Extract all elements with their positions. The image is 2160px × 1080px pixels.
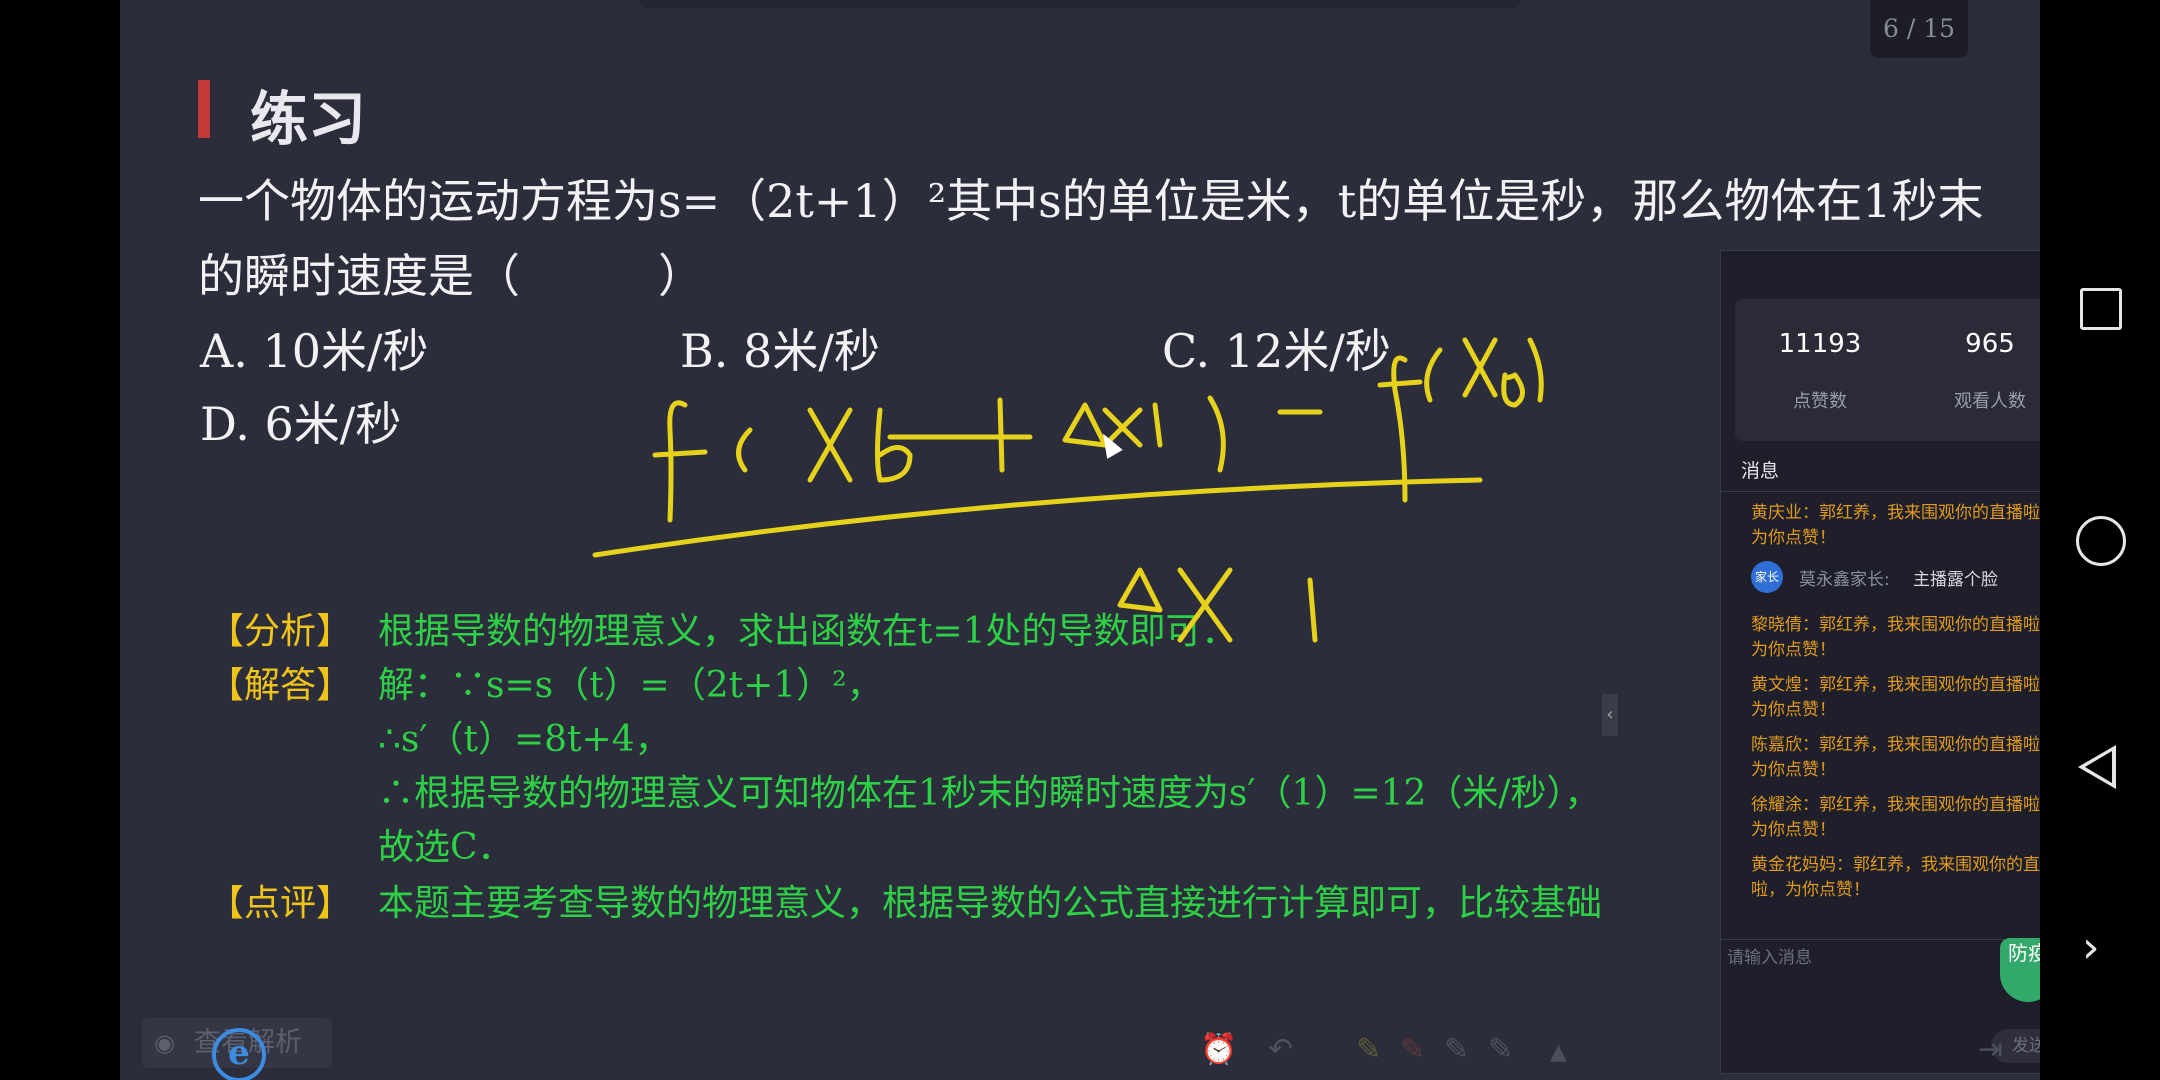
live-chat-panel: × 11193 965 点赞数 观看人数 消息 黄庆业：郭红养，我来围观你的直播… bbox=[1720, 250, 2040, 1074]
option-a: A. 10米/秒 bbox=[200, 324, 429, 378]
chat-message: 陈嘉欣：郭红养，我来围观你的直播啦，为你点赞！ bbox=[1751, 735, 2040, 780]
solution-label: 【解答】 bbox=[208, 665, 353, 706]
divider bbox=[1721, 491, 2040, 492]
option-b: B. 8米/秒 bbox=[680, 324, 880, 378]
chat-message: 徐耀涂：郭红养，我来围观你的直播啦，为你点赞！ bbox=[1751, 795, 2040, 840]
eye-icon: ◉ bbox=[154, 1029, 175, 1057]
undo-icon[interactable]: ↶ bbox=[1268, 1032, 1293, 1067]
review-text: 本题主要考查导数的物理意义，根据导数的公式直接进行计算即可，比较基础 bbox=[378, 883, 1603, 924]
chevron-right-icon[interactable]: › bbox=[2082, 922, 2100, 973]
red-pen-icon[interactable]: ✎ bbox=[1400, 1032, 1425, 1067]
home-icon[interactable] bbox=[2076, 516, 2126, 566]
question-line-2: 的瞬时速度是（ ） bbox=[198, 249, 704, 303]
likes-count: 11193 bbox=[1778, 329, 1862, 359]
top-toolbar bbox=[640, 0, 1520, 8]
page-indicator: 6 / 15 bbox=[1870, 0, 1968, 58]
yellow-pen-icon[interactable]: ✎ bbox=[1356, 1032, 1381, 1067]
message-input[interactable]: 请输入消息 bbox=[1727, 943, 1812, 968]
exit-icon[interactable]: ⇥ bbox=[1978, 1032, 2003, 1067]
option-c: C. 12米/秒 bbox=[1162, 324, 1391, 378]
android-nav-bar: › bbox=[2040, 0, 2160, 1080]
likes-label: 点赞数 bbox=[1793, 391, 1847, 412]
solution-line-1: 解：∵s=s（t）=（2t+1）²， bbox=[378, 665, 883, 706]
browser-icon[interactable]: e bbox=[212, 1028, 266, 1080]
back-icon-inner bbox=[2085, 751, 2112, 783]
mouse-cursor bbox=[1095, 429, 1123, 459]
chat-message: 黎晓倩：郭红养，我来围观你的直播啦，为你点赞！ bbox=[1751, 615, 2040, 660]
message-text: 主播露个脸 bbox=[1913, 570, 1998, 590]
chat-message-parent: 家长 莫永鑫家长: 主播露个脸 bbox=[1751, 561, 2040, 593]
green-pen-icon[interactable]: ✎ bbox=[1444, 1032, 1469, 1067]
question-line-1: 一个物体的运动方程为s=（2t+1）²其中s的单位是米，t的单位是秒，那么物体在… bbox=[198, 174, 1984, 228]
sender-name: 莫永鑫家长: bbox=[1799, 570, 1890, 590]
messages-title: 消息 bbox=[1741, 460, 1780, 482]
live-stats: 11193 965 点赞数 观看人数 bbox=[1735, 299, 2040, 441]
chat-message: 黄庆业：郭红养，我来围观你的直播啦，为你点赞！ bbox=[1751, 503, 2040, 548]
page-title: 练习 bbox=[250, 85, 367, 153]
viewers-count: 965 bbox=[1965, 329, 2015, 359]
divider bbox=[1721, 939, 2040, 940]
solution-line-2: ∴s′（t）=8t+4， bbox=[378, 719, 671, 760]
chat-message: 黄文煌：郭红养，我来围观你的直播啦，为你点赞！ bbox=[1751, 675, 2040, 720]
bottom-toolbar: ◉ 查看解析 e ⏰ ↶ ✎ ✎ ✎ ✎ ▲ ⇥ bbox=[120, 1010, 2040, 1080]
collapse-chat-button[interactable]: ‹ bbox=[1602, 694, 1618, 736]
chat-message: 黄金花妈妈：郭红养，我来围观你的直播啦，为你点赞！ bbox=[1751, 855, 2040, 900]
chevron-up-icon[interactable]: ▲ bbox=[1550, 1040, 1567, 1065]
blue-pen-icon[interactable]: ✎ bbox=[1488, 1032, 1513, 1067]
alarm-icon[interactable]: ⏰ bbox=[1200, 1032, 1237, 1067]
slide-screen: 6 / 15 练习 一个物体的运动方程为s=（2t+1）²其中s的单位是米，t的… bbox=[120, 0, 2040, 1080]
avatar: 家长 bbox=[1751, 561, 1783, 593]
title-accent-bar bbox=[198, 80, 210, 138]
recents-icon[interactable] bbox=[2080, 288, 2122, 330]
epidemic-prevention-badge[interactable]: 防疫 bbox=[2000, 938, 2040, 1002]
solution-line-3: ∴根据导数的物理意义可知物体在1秒末的瞬时速度为s′（1）=12（米/秒）， bbox=[378, 773, 1601, 814]
viewers-label: 观看人数 bbox=[1954, 391, 2026, 412]
option-d: D. 6米/秒 bbox=[200, 397, 402, 451]
analysis-text: 根据导数的物理意义，求出函数在t=1处的导数即可． bbox=[378, 611, 1238, 652]
review-label: 【点评】 bbox=[208, 883, 353, 924]
solution-line-4: 故选C． bbox=[378, 827, 514, 868]
analysis-label: 【分析】 bbox=[208, 611, 353, 652]
